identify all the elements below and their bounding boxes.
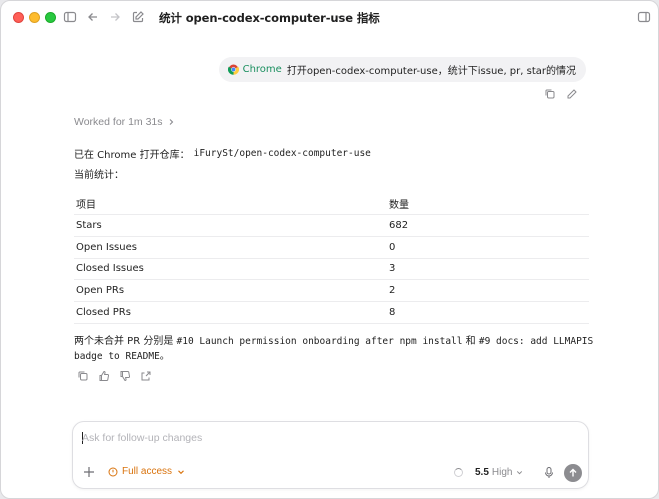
model-reasoning-level: High (491, 467, 513, 478)
sidebar-toggle-icon[interactable] (63, 10, 77, 24)
edit-icon[interactable] (566, 87, 578, 105)
arrow-up-icon (569, 468, 577, 477)
chevron-down-icon (517, 471, 523, 475)
table-cell: 0 (387, 236, 589, 259)
panel-toggle-icon[interactable] (637, 10, 651, 24)
table-cell: Closed PRs (74, 301, 387, 324)
table-cell: 3 (387, 258, 589, 281)
pr-title: #10 Launch permission onboarding after n… (176, 336, 463, 347)
send-button[interactable] (564, 464, 582, 482)
table-cell: 2 (387, 279, 589, 302)
chevron-down-icon (178, 469, 184, 474)
chevron-right-icon (169, 119, 173, 125)
repo-name: iFurySt/open-codex-computer-use (193, 147, 371, 159)
table-cell: 8 (387, 301, 589, 324)
access-level-label: Full access (122, 466, 173, 477)
assistant-message-actions (77, 369, 152, 387)
table-cell: Open Issues (74, 236, 387, 259)
thumbs-up-icon[interactable] (98, 369, 110, 387)
zoom-window-button[interactable] (45, 12, 56, 23)
assistant-answer: 已在 Chrome 打开仓库： iFurySt/open-codex-compu… (74, 146, 589, 182)
new-chat-icon[interactable] (131, 10, 145, 24)
composer: Full access 5.5 High (72, 421, 589, 489)
copy-icon[interactable] (77, 369, 89, 387)
user-message-actions (544, 87, 578, 105)
table-header-row: 项目 数量 (74, 193, 589, 216)
loading-spinner-icon (454, 468, 463, 477)
worked-duration-label: Worked for 1m 31s (74, 116, 163, 128)
summary-suffix: 。 (159, 351, 170, 362)
back-arrow-icon[interactable] (86, 10, 100, 24)
table-cell: Stars (74, 214, 387, 237)
forward-arrow-icon[interactable] (108, 10, 122, 24)
user-message-bubble: Chrome 打开open-codex-computer-use，统计下issu… (218, 57, 586, 82)
table-row: Open Issues 0 (74, 236, 589, 259)
warning-icon (108, 467, 118, 476)
minimize-window-button[interactable] (29, 12, 40, 23)
table-header: 项目 (74, 193, 387, 216)
worked-duration-toggle[interactable]: Worked for 1m 31s (74, 116, 175, 128)
table-row: Closed Issues 3 (74, 258, 589, 281)
model-version: 5.5 (475, 467, 489, 478)
copy-icon[interactable] (544, 87, 556, 105)
table-row: Open PRs 2 (74, 279, 589, 302)
app-mention-label: Chrome (242, 64, 282, 75)
stats-label: 当前统计： (74, 170, 124, 181)
answer-intro: 已在 Chrome 打开仓库： (74, 149, 190, 161)
add-attachment-icon[interactable] (82, 465, 96, 479)
thumbs-down-icon[interactable] (119, 369, 131, 387)
stats-table: 项目 数量 Stars 682 Open Issues 0 Closed Iss… (74, 193, 589, 324)
titlebar: 统计 open-codex-computer-use 指标 ··· (1, 1, 658, 33)
table-cell: Closed Issues (74, 258, 387, 281)
user-message-text: 打开open-codex-computer-use，统计下issue, pr, … (286, 66, 576, 77)
model-selector[interactable]: 5.5 High (475, 467, 524, 478)
microphone-icon[interactable] (543, 466, 555, 479)
chrome-icon (227, 64, 239, 75)
more-options-button[interactable]: ··· (337, 9, 352, 23)
summary-prefix: 两个未合并 PR 分别是 (74, 336, 177, 347)
table-cell: 682 (387, 214, 589, 237)
table-header: 数量 (387, 193, 589, 216)
table-row: Closed PRs 8 (74, 301, 589, 324)
close-window-button[interactable] (13, 12, 24, 23)
pr-summary: 两个未合并 PR 分别是 #10 Launch permission onboa… (74, 334, 594, 364)
app-window: 统计 open-codex-computer-use 指标 ··· Chrome… (0, 0, 659, 499)
follow-up-input[interactable] (82, 430, 562, 446)
table-cell: Open PRs (74, 279, 387, 302)
access-level-dropdown[interactable]: Full access (108, 466, 186, 477)
table-row: Stars 682 (74, 214, 589, 237)
summary-conjunction: 和 (462, 336, 479, 347)
share-icon[interactable] (140, 369, 152, 387)
